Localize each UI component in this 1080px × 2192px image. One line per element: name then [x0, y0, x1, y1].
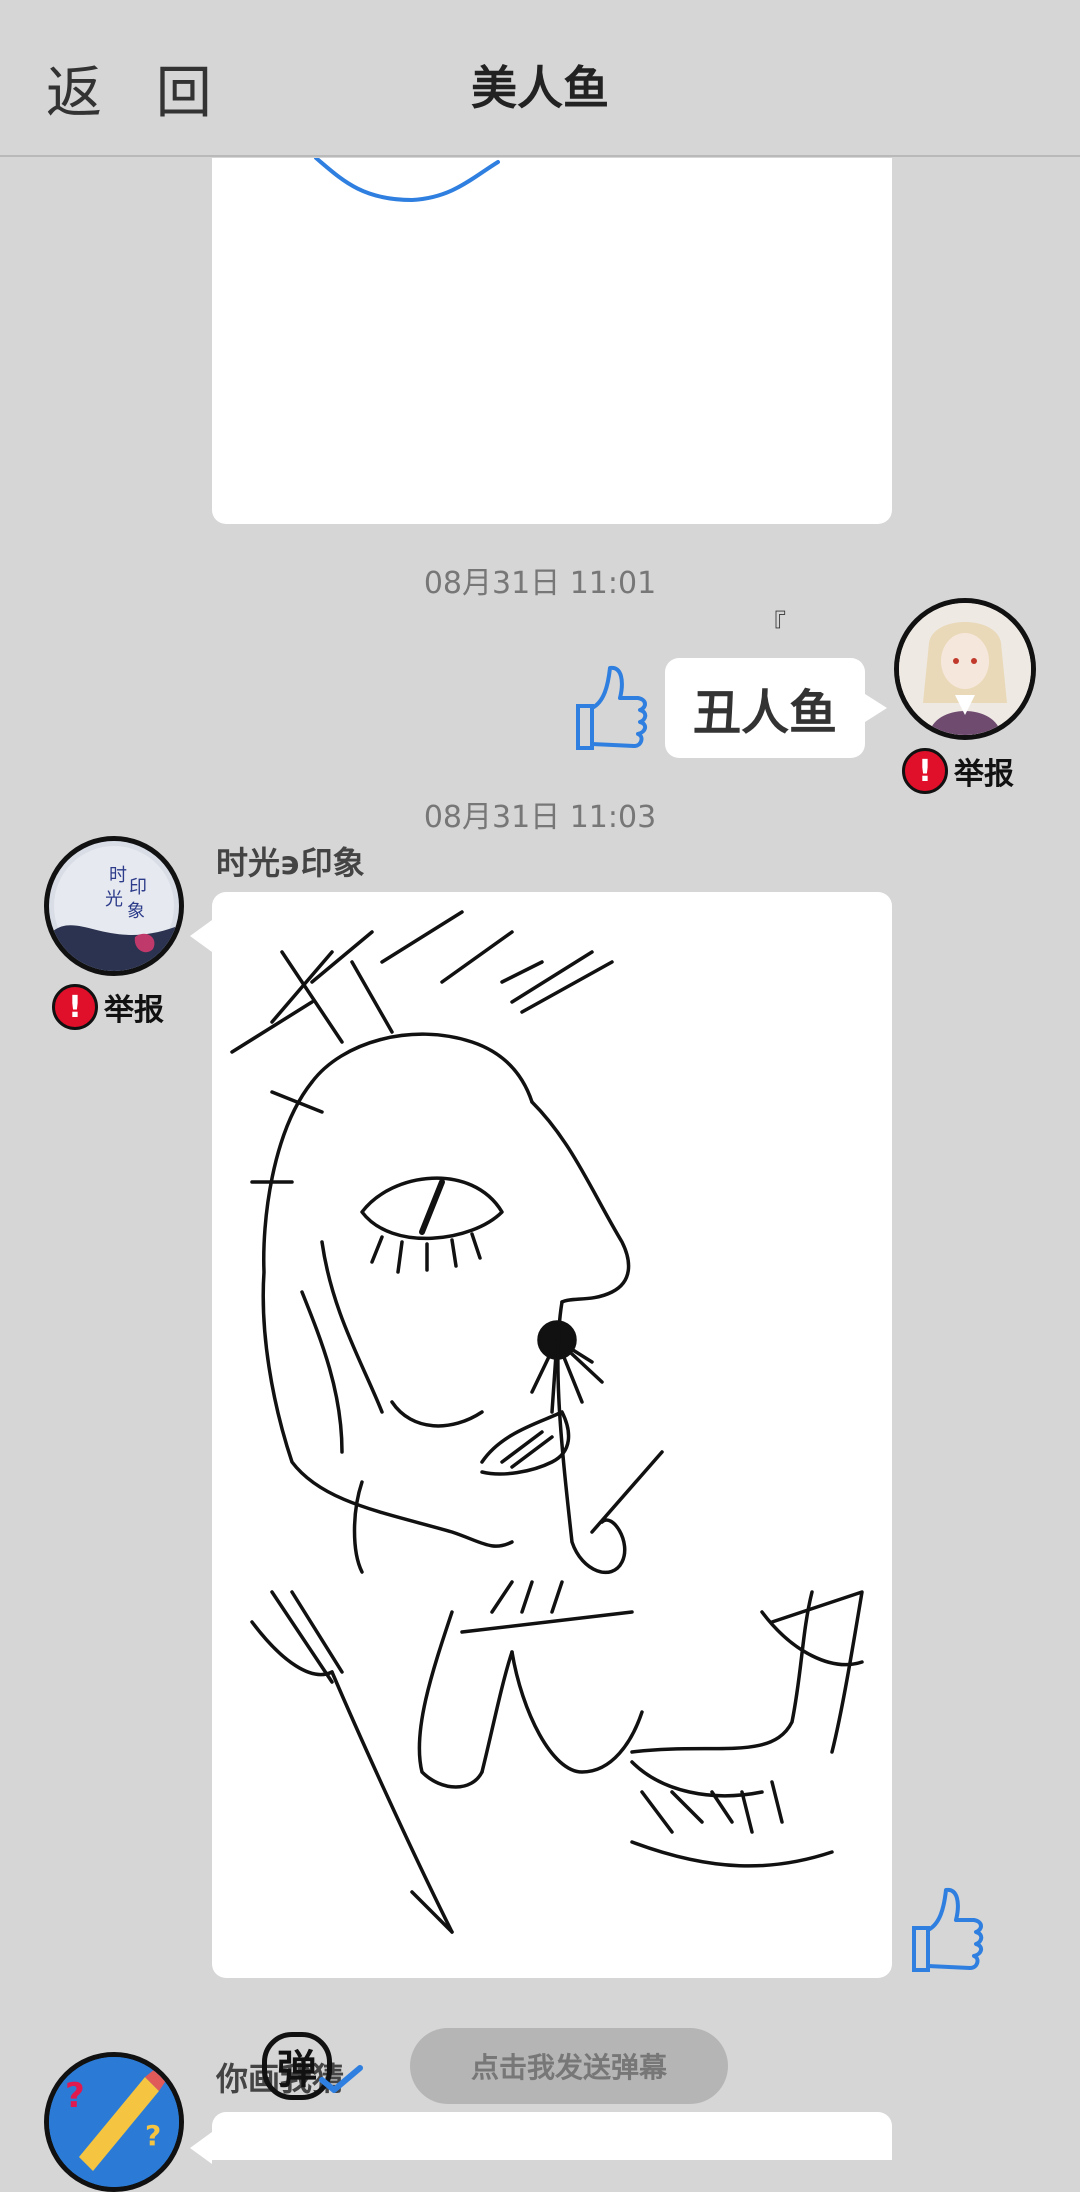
danmaku-toggle-label: 弹 [277, 2047, 317, 2093]
report-button[interactable]: ! 举报 [902, 748, 1014, 794]
drawing-canvas[interactable] [212, 892, 892, 1978]
report-label: 举报 [104, 993, 164, 1028]
avatar-illustration: 时 印 光 象 [49, 841, 179, 971]
thumbs-up-icon[interactable] [906, 1884, 986, 1976]
svg-text:象: 象 [127, 901, 145, 922]
blue-stroke-drawing [314, 156, 500, 203]
top-bar: 返 回 美人鱼 [0, 0, 1080, 157]
user-avatar-nihuawocai[interactable]: ? ? [44, 2052, 184, 2192]
svg-text:光: 光 [105, 889, 123, 910]
report-label: 举报 [954, 757, 1014, 792]
drawing-canvas-previous[interactable] [212, 156, 892, 524]
svg-text:?: ? [145, 2119, 161, 2152]
bubble-tail [190, 920, 212, 952]
drawing-canvas-next[interactable] [212, 2112, 892, 2160]
checkmark-icon [319, 2065, 363, 2093]
send-danmaku-button[interactable]: 点击我发送弹幕 [410, 2028, 728, 2104]
avatar-illustration [899, 603, 1031, 735]
user-avatar-shiguang[interactable]: 时 印 光 象 [44, 836, 184, 976]
page-title: 美人鱼 [471, 61, 609, 115]
svg-text:印: 印 [129, 877, 147, 898]
bubble-tail [190, 2132, 212, 2164]
avatar-text: 时 [109, 865, 127, 886]
author-name: 时光϶印象 [216, 844, 365, 882]
guess-message-bubble[interactable]: 丑人鱼 [665, 658, 887, 758]
message-timestamp: 08月31日 11:01 [423, 566, 657, 601]
sketch-drawing [230, 910, 864, 1934]
thumbs-up-icon[interactable] [570, 662, 650, 754]
svg-text:?: ? [65, 2076, 85, 2116]
message-timestamp: 08月31日 11:03 [423, 800, 657, 835]
user-avatar-self[interactable] [894, 598, 1036, 740]
alert-icon: ! [902, 748, 948, 794]
alert-icon: ! [52, 984, 98, 1030]
report-button[interactable]: ! 举报 [52, 984, 164, 1030]
avatar-illustration: ? ? [49, 2057, 179, 2187]
